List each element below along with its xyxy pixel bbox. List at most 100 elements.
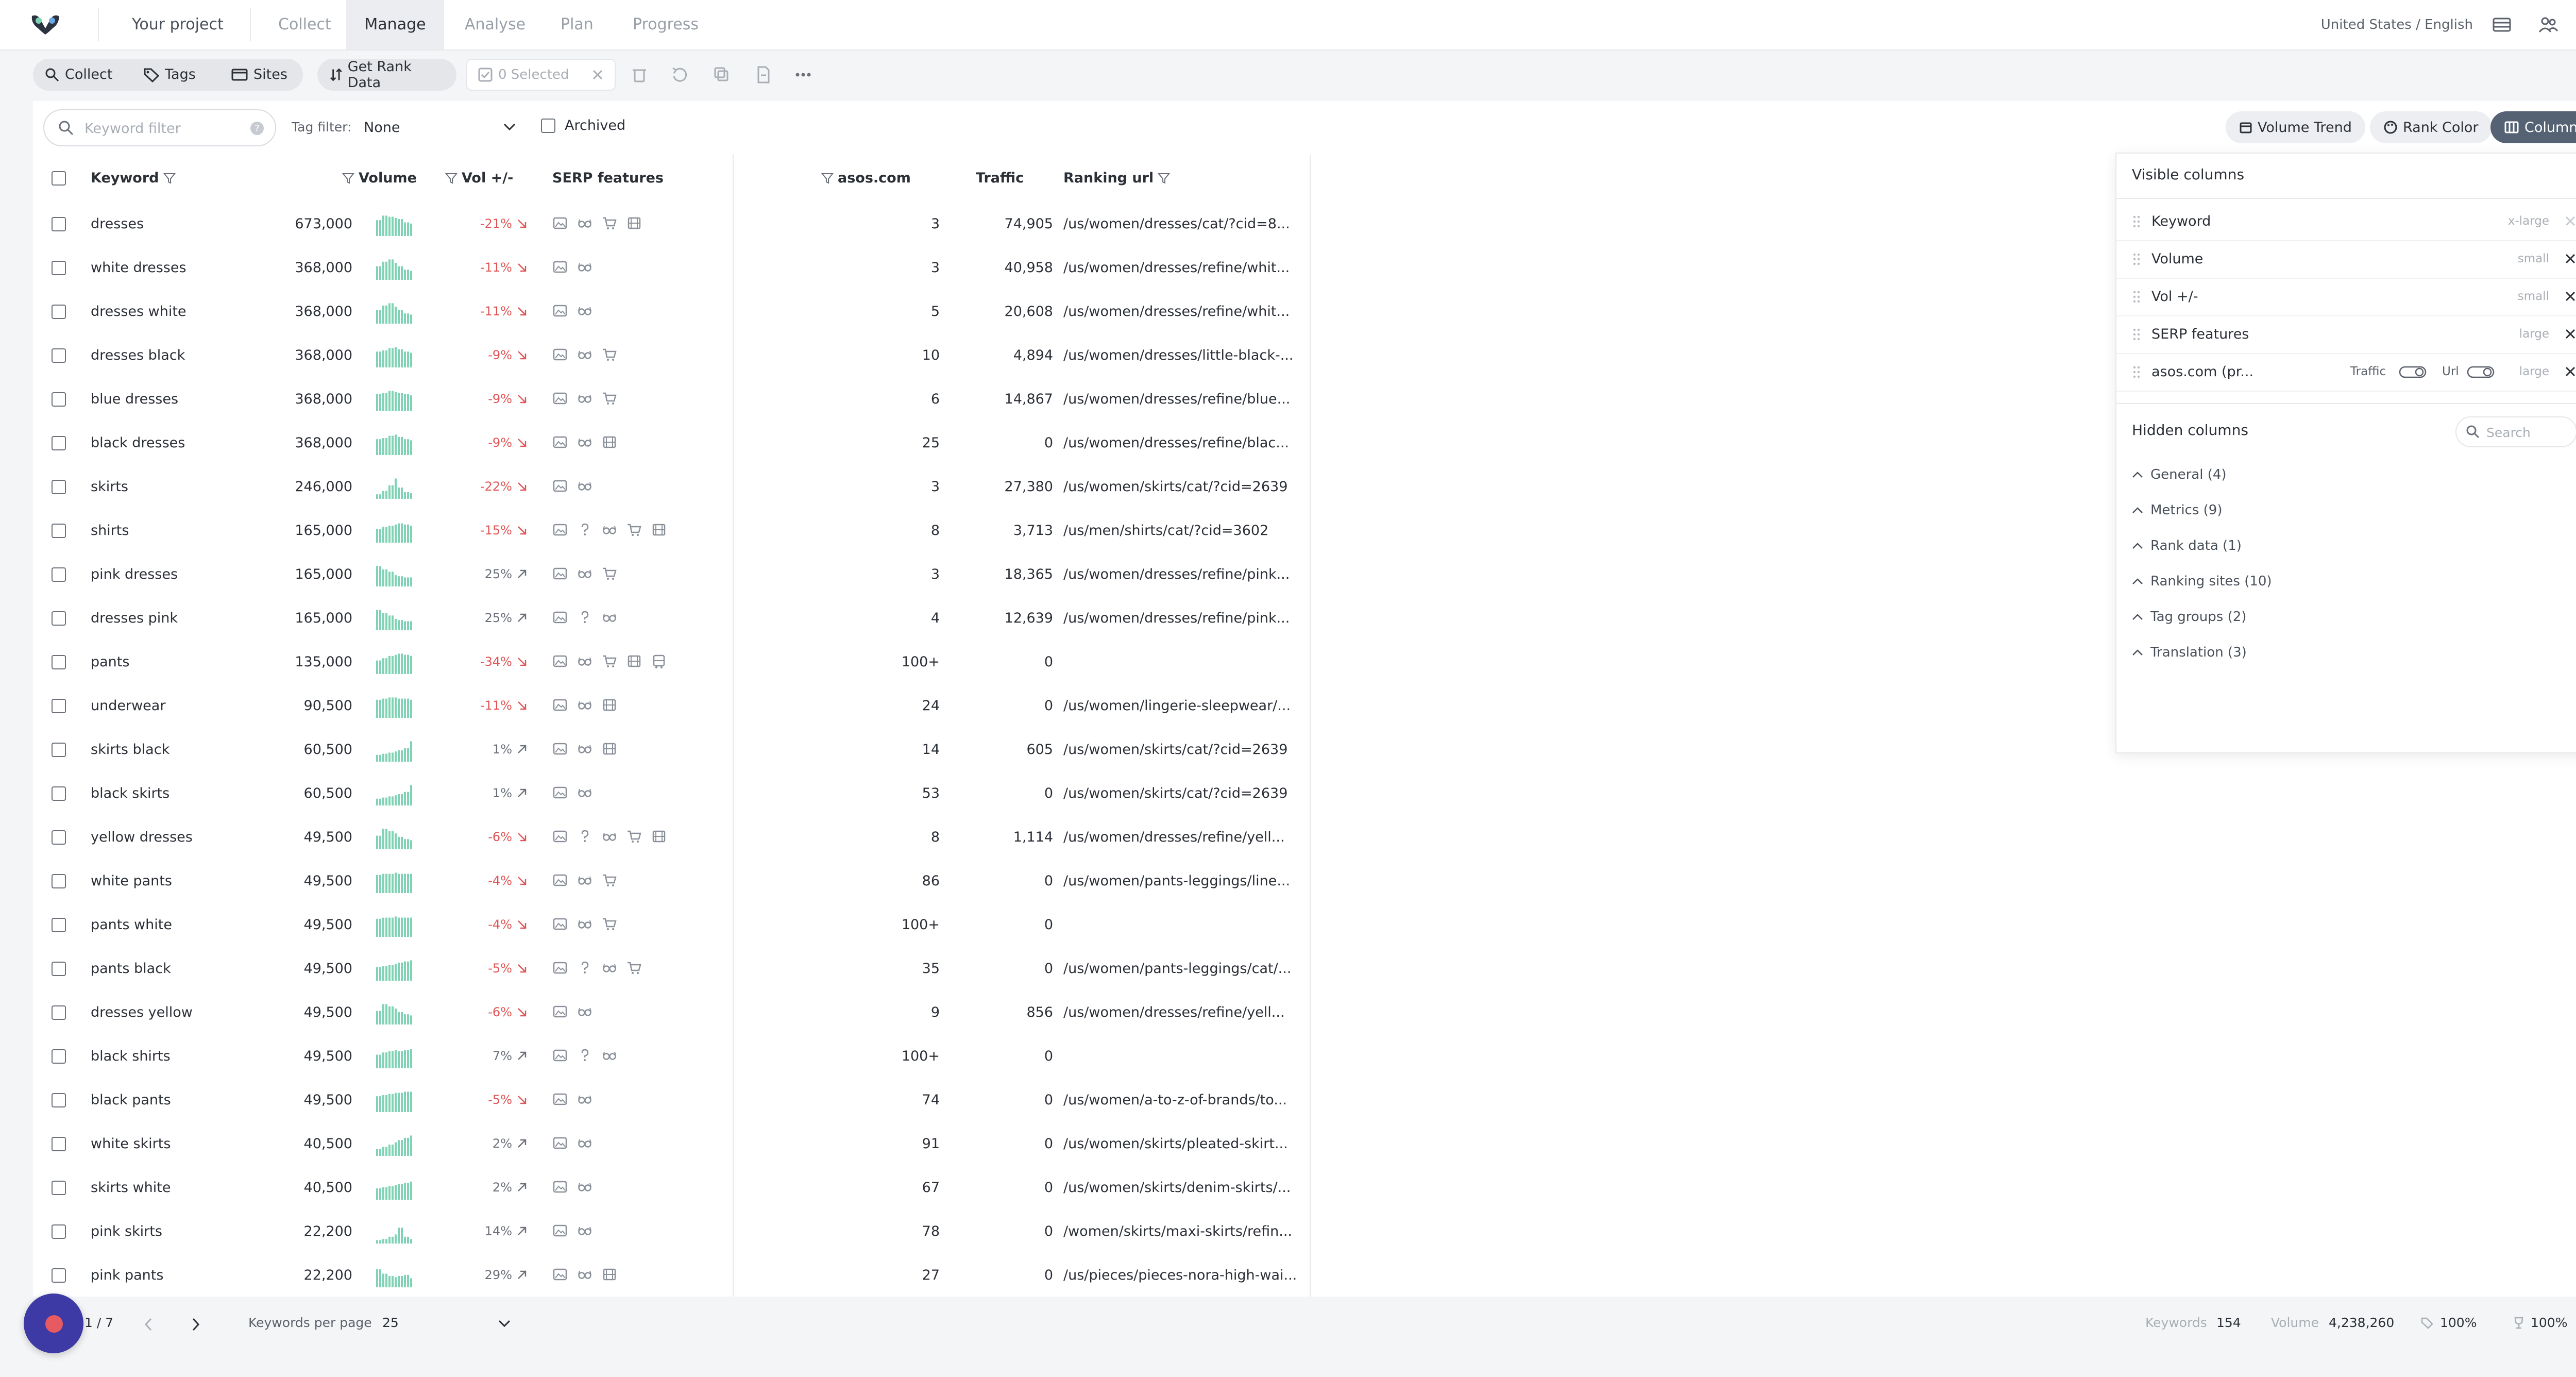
table-row[interactable]: skirts 246,000 -22% 3 27,380/us/women/skirts…: [33, 465, 1311, 510]
row-checkbox[interactable]: [52, 1137, 66, 1151]
table-row[interactable]: dresses 673,000 -21% 3 74,905/us/women/dress…: [33, 202, 1311, 247]
row-checkbox[interactable]: [52, 1224, 66, 1239]
drag-handle-icon[interactable]: [2132, 214, 2141, 229]
column-size[interactable]: large: [2519, 327, 2549, 341]
keyword-cell[interactable]: white skirts: [91, 1122, 171, 1166]
keyword-cell[interactable]: dresses yellow: [91, 990, 193, 1034]
ranking-url-cell[interactable]: /us/women/dresses/refine/blac...: [1063, 421, 1306, 465]
keyword-cell[interactable]: white pants: [91, 859, 172, 903]
row-checkbox[interactable]: [52, 655, 66, 669]
row-checkbox[interactable]: [52, 1181, 66, 1195]
drag-handle-icon[interactable]: [2132, 327, 2141, 342]
row-checkbox[interactable]: [52, 217, 66, 231]
keyword-cell[interactable]: black pants: [91, 1078, 171, 1122]
table-row[interactable]: dresses black 368,000 -9% 10 4,894/us/women/…: [33, 333, 1311, 378]
ranking-url-cell[interactable]: /us/women/dresses/refine/whit...: [1063, 246, 1306, 290]
volume-trend-button[interactable]: Volume Trend: [2226, 111, 2365, 143]
table-row[interactable]: pants 135,000 -34% 100+ 0: [33, 640, 1311, 685]
nav-progress[interactable]: Progress: [633, 0, 699, 49]
row-checkbox[interactable]: [52, 962, 66, 976]
keyword-cell[interactable]: dresses pink: [91, 596, 178, 640]
nav-project[interactable]: Your project: [132, 0, 224, 49]
header-keyword[interactable]: Keyword: [91, 155, 176, 202]
row-checkbox[interactable]: [52, 348, 66, 363]
columns-button[interactable]: Columns: [2490, 111, 2576, 143]
row-checkbox[interactable]: [52, 699, 66, 713]
table-row[interactable]: white skirts 40,500 2% 91 0/us/women/skirts/…: [33, 1122, 1311, 1167]
ranking-url-cell[interactable]: /us/women/dresses/refine/whit...: [1063, 290, 1306, 333]
keyword-cell[interactable]: dresses black: [91, 333, 185, 377]
row-checkbox[interactable]: [52, 743, 66, 757]
ranking-url-cell[interactable]: /us/women/dresses/refine/pink...: [1063, 596, 1306, 640]
table-row[interactable]: yellow dresses 49,500 -6% 8 1,114/us/women/d…: [33, 815, 1311, 860]
sites-button[interactable]: Sites: [231, 59, 287, 91]
row-checkbox[interactable]: [52, 524, 66, 538]
table-row[interactable]: shirts 165,000 -15% 8 3,713/us/men/shirts/ca…: [33, 509, 1311, 553]
copy-icon[interactable]: [712, 65, 732, 85]
row-checkbox[interactable]: [52, 1005, 66, 1020]
keyword-cell[interactable]: skirts: [91, 465, 128, 509]
rank-color-button[interactable]: Rank Color: [2370, 111, 2492, 143]
ranking-url-cell[interactable]: /us/women/skirts/cat/?cid=2639: [1063, 771, 1306, 815]
header-ranking-url[interactable]: Ranking url: [1063, 155, 1171, 202]
ranking-url-cell[interactable]: [1063, 1034, 1306, 1078]
row-checkbox[interactable]: [52, 611, 66, 626]
app-logo-icon[interactable]: [30, 13, 61, 37]
ranking-url-cell[interactable]: /us/women/dresses/cat/?cid=8...: [1063, 202, 1306, 246]
keyword-cell[interactable]: black skirts: [91, 771, 170, 815]
ranking-url-cell[interactable]: /us/women/dresses/refine/yell...: [1063, 815, 1306, 859]
undo-icon[interactable]: [670, 65, 689, 85]
column-size[interactable]: small: [2518, 290, 2549, 303]
table-row[interactable]: underwear 90,500 -11% 24 0/us/women/lingerie…: [33, 684, 1311, 729]
ranking-url-cell[interactable]: /us/women/dresses/little-black-...: [1063, 333, 1306, 377]
header-site[interactable]: asos.com: [821, 155, 911, 202]
header-volume[interactable]: Volume: [342, 155, 417, 202]
row-checkbox[interactable]: [52, 918, 66, 932]
keyword-filter-input[interactable]: [83, 117, 235, 139]
table-row[interactable]: pink dresses 165,000 25% 3 18,365/us/women/d…: [33, 552, 1311, 597]
keyword-cell[interactable]: pants white: [91, 903, 172, 947]
row-checkbox[interactable]: [52, 567, 66, 582]
row-checkbox[interactable]: [52, 1268, 66, 1283]
table-row[interactable]: skirts black 60,500 1% 14 605/us/women/skirt…: [33, 728, 1311, 773]
keyword-cell[interactable]: pink dresses: [91, 552, 178, 596]
column-size[interactable]: small: [2518, 252, 2549, 265]
ranking-url-cell[interactable]: /us/women/skirts/cat/?cid=2639: [1063, 728, 1306, 771]
table-row[interactable]: black shirts 49,500 7% 100+ 0: [33, 1034, 1311, 1079]
archived-toggle[interactable]: Archived: [541, 117, 625, 133]
ranking-url-cell[interactable]: /us/women/a-to-z-of-brands/to...: [1063, 1078, 1306, 1122]
hidden-columns-search-input[interactable]: [2485, 424, 2570, 441]
table-row[interactable]: pink pants 22,200 29% 27 0/us/pieces/pieces-…: [33, 1253, 1311, 1298]
tag-filter-select[interactable]: None: [364, 113, 518, 142]
keyword-cell[interactable]: black dresses: [91, 421, 185, 465]
hidden-column-group[interactable]: Tag groups (2): [2132, 609, 2246, 625]
table-row[interactable]: dresses pink 165,000 25% 4 12,639/us/women/d…: [33, 596, 1311, 641]
hidden-column-group[interactable]: Ranking sites (10): [2132, 574, 2272, 589]
table-icon[interactable]: [2492, 14, 2512, 35]
remove-column-close-icon[interactable]: [2563, 364, 2576, 379]
per-page-select[interactable]: 25: [382, 1315, 399, 1330]
ranking-url-cell[interactable]: /us/women/lingerie-sleepwear/...: [1063, 684, 1306, 728]
remove-column-close-icon[interactable]: [2563, 251, 2576, 266]
keyword-cell[interactable]: blue dresses: [91, 377, 178, 421]
keyword-cell[interactable]: pink skirts: [91, 1210, 162, 1253]
ranking-url-cell[interactable]: /us/women/dresses/refine/yell...: [1063, 990, 1306, 1034]
remove-column-close-icon[interactable]: [2563, 289, 2576, 304]
keyword-cell[interactable]: dresses white: [91, 290, 187, 333]
keyword-cell[interactable]: yellow dresses: [91, 815, 193, 859]
visible-column-item[interactable]: Volume small: [2116, 241, 2576, 279]
visible-column-item[interactable]: Vol +/- small: [2116, 278, 2576, 316]
trash-icon[interactable]: [630, 65, 649, 85]
table-row[interactable]: white pants 49,500 -4% 86 0/us/women/pants-l…: [33, 859, 1311, 904]
ranking-url-cell[interactable]: /us/men/shirts/cat/?cid=3602: [1063, 509, 1306, 552]
nav-plan[interactable]: Plan: [561, 0, 594, 49]
remove-column-close-icon[interactable]: [2563, 213, 2576, 229]
hidden-column-group[interactable]: Metrics (9): [2132, 502, 2222, 518]
keyword-cell[interactable]: underwear: [91, 684, 165, 728]
hidden-column-group[interactable]: Rank data (1): [2132, 538, 2242, 553]
keyword-cell[interactable]: pink pants: [91, 1253, 163, 1297]
row-checkbox[interactable]: [52, 261, 66, 275]
document-icon[interactable]: [753, 65, 773, 85]
keyword-cell[interactable]: shirts: [91, 509, 129, 552]
row-checkbox[interactable]: [52, 786, 66, 801]
